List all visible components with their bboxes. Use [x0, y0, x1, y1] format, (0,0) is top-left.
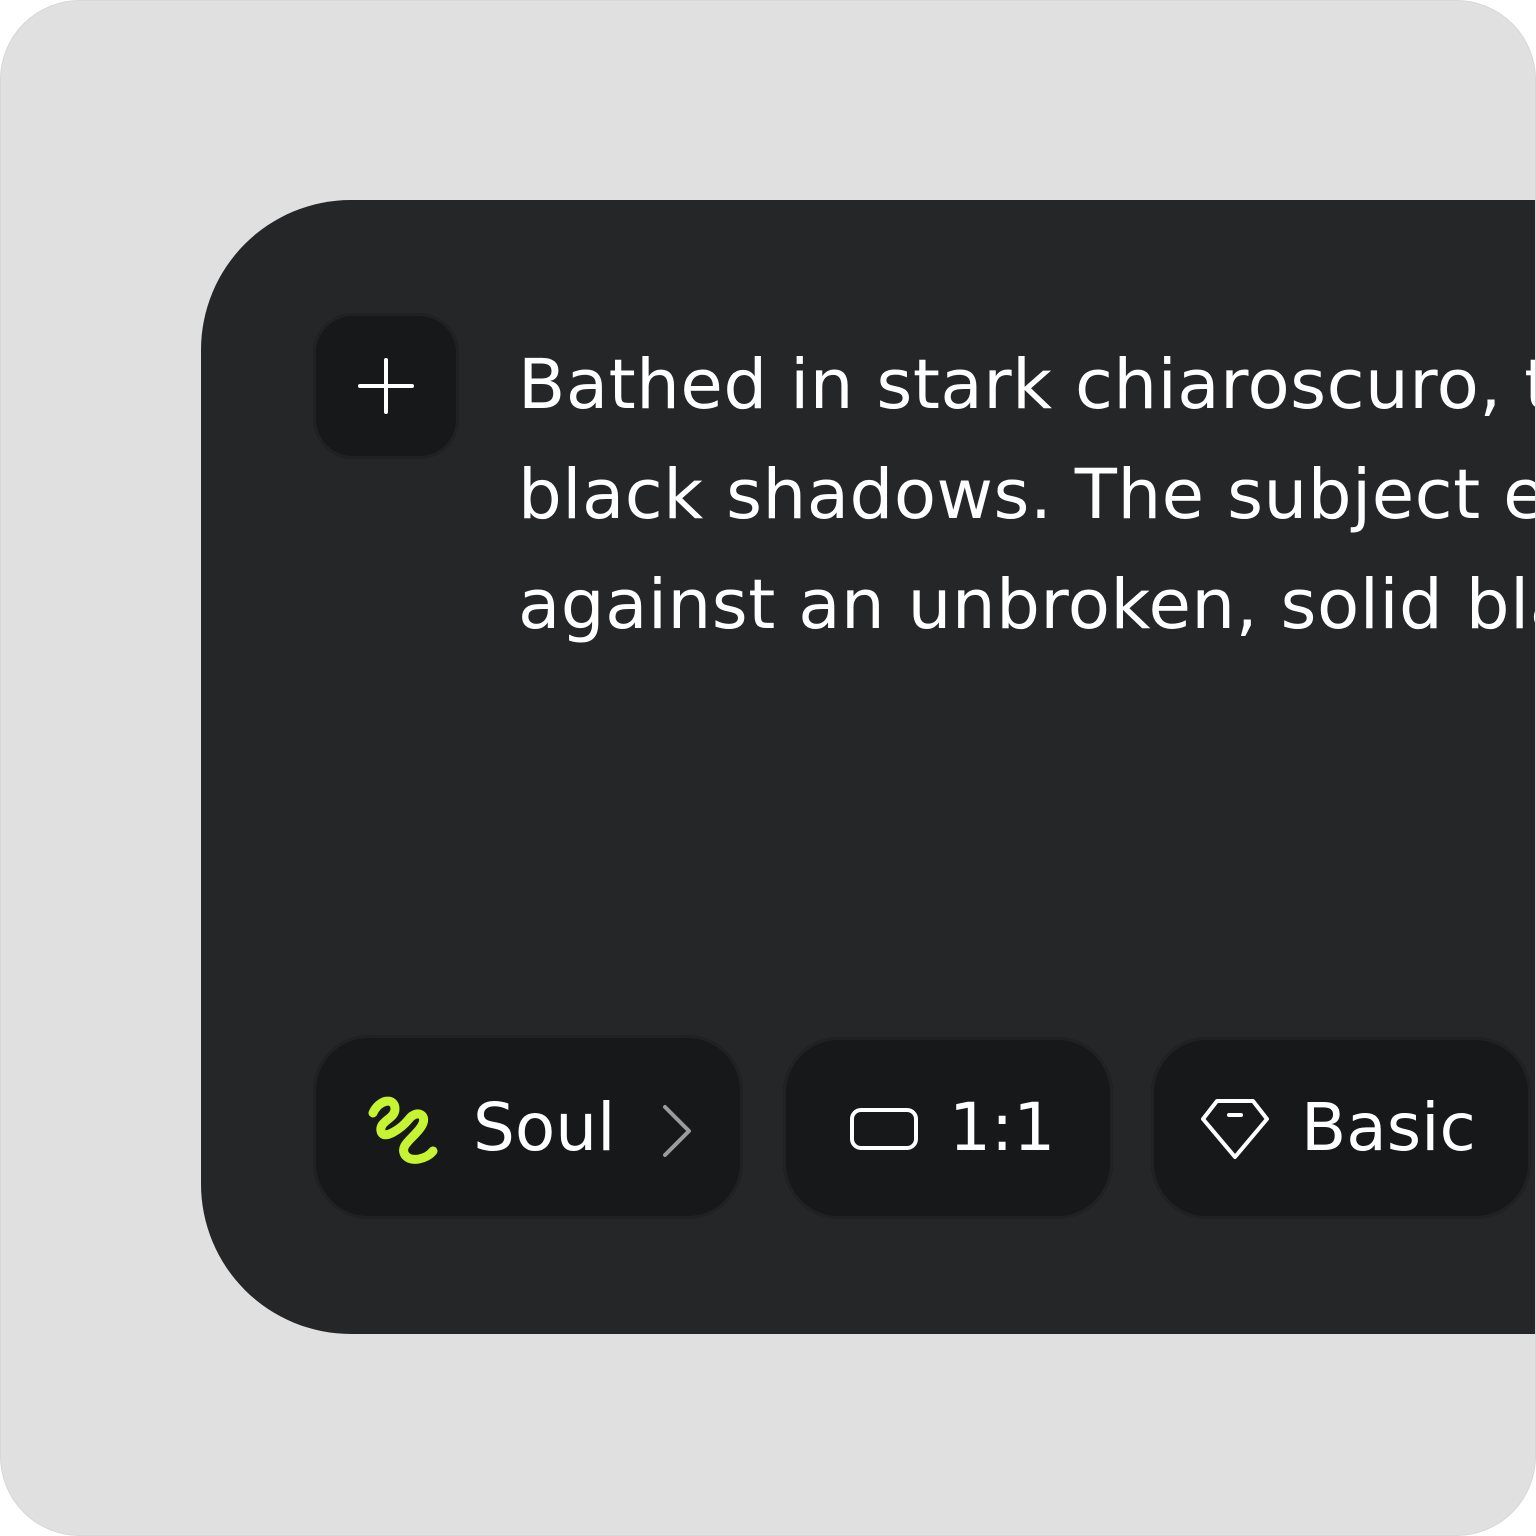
prompt-composer: Bathed in stark chiaroscuro, th black sha… [201, 200, 1536, 1334]
squiggle-icon [368, 1096, 438, 1164]
gem-icon [1201, 1099, 1269, 1159]
model-label: Soul [473, 1089, 616, 1166]
add-attachment-button[interactable] [313, 313, 459, 459]
plus-icon [358, 358, 414, 414]
prompt-line: black shadows. The subject e [518, 455, 1536, 535]
model-selector-button[interactable]: Soul [313, 1035, 743, 1219]
quality-label: Basic [1301, 1089, 1476, 1166]
prompt-line: against an unbroken, solid bla [518, 565, 1536, 645]
app-frame: Bathed in stark chiaroscuro, th black sha… [0, 0, 1536, 1536]
quality-button[interactable]: Basic [1151, 1037, 1531, 1219]
aspect-ratio-icon [850, 1108, 918, 1150]
aspect-ratio-label: 1:1 [949, 1089, 1056, 1166]
chevron-right-icon [663, 1105, 691, 1157]
prompt-input[interactable]: Bathed in stark chiaroscuro, th black sha… [518, 330, 1536, 660]
prompt-line: Bathed in stark chiaroscuro, th [518, 345, 1536, 425]
aspect-ratio-button[interactable]: 1:1 [783, 1037, 1113, 1219]
